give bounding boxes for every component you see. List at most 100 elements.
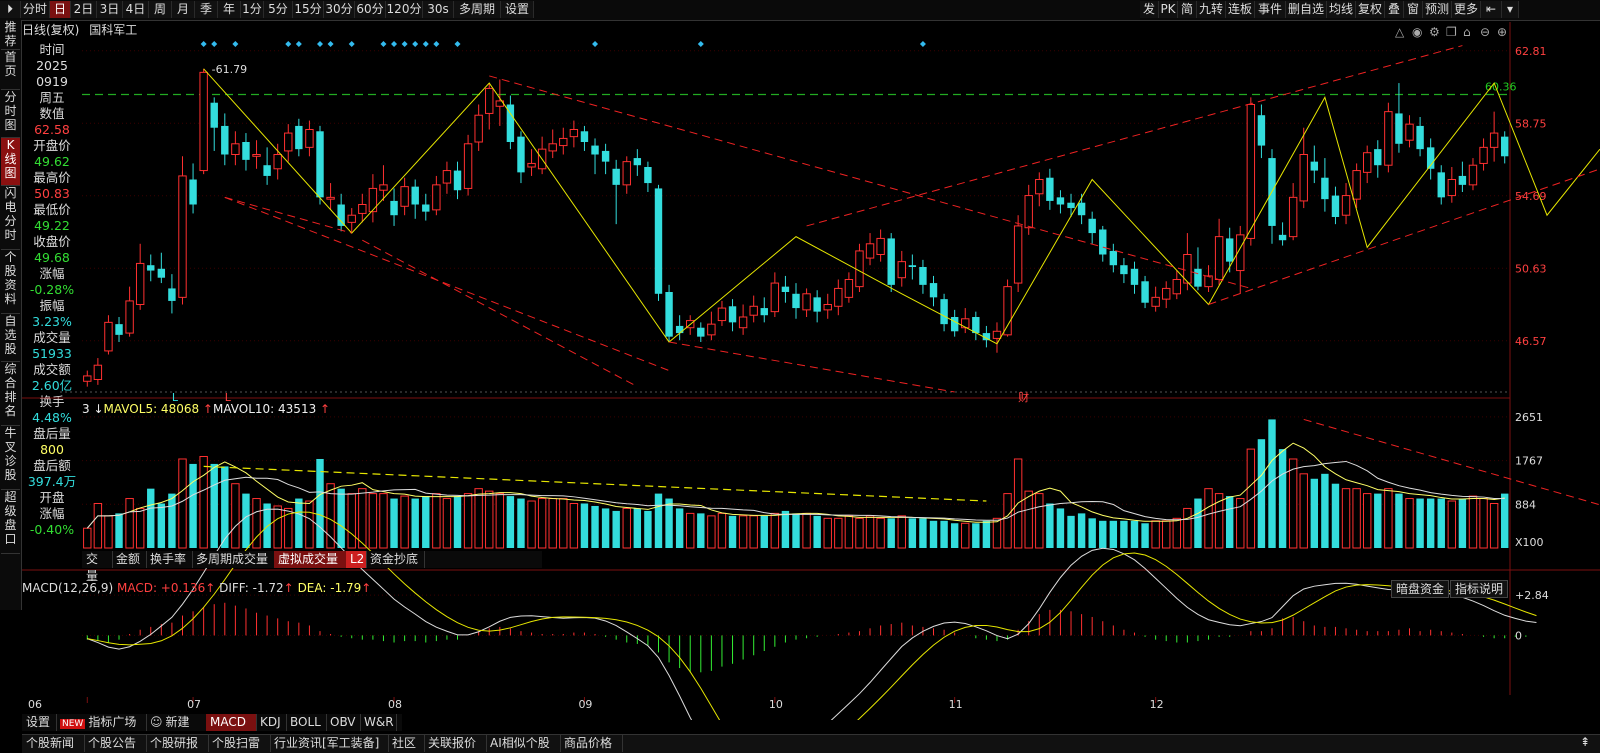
bottom-tab[interactable]: 关联报价 [424,735,487,752]
period-button[interactable]: 30s [423,1,454,18]
left-nav-item[interactable]: K线图 [1,138,20,186]
copy-icon[interactable]: ❐ [1446,25,1457,39]
indicator-tab[interactable]: KDJ [256,714,287,731]
event-marker-icon[interactable] [697,41,704,47]
toolbar-button[interactable]: 更多 [1452,1,1481,18]
period-button[interactable]: 60分 [355,1,386,18]
toolbar-button[interactable]: 简 [1178,1,1197,18]
event-marker-icon[interactable] [401,41,408,47]
indicator-help-button[interactable]: 指标说明 [1450,580,1509,598]
volume-tab[interactable]: 多周期成交量 [192,551,275,568]
back-arrow-icon[interactable]: ⇤ [1481,1,1502,18]
event-marker-icon[interactable] [211,41,218,47]
event-marker-icon[interactable] [422,41,429,47]
bottom-tab[interactable]: 商品价格 [560,735,623,752]
left-nav-item[interactable]: 分时图 [1,90,20,138]
event-marker-icon[interactable] [317,41,323,47]
pin-icon[interactable]: ⇞ [1575,735,1595,751]
bottom-tab[interactable]: 社区 [388,735,425,752]
toolbar-button[interactable]: PK [1159,1,1178,18]
volume-tab[interactable]: 虚拟成交量 [274,551,347,568]
period-button[interactable]: 3日 [97,1,123,18]
indicator-tab[interactable]: MACD [206,714,257,731]
event-marker-icon[interactable] [919,41,926,47]
volume-tab[interactable]: 换手率 [146,551,193,568]
event-marker-icon[interactable] [412,41,419,47]
indicator-tab[interactable]: OBV [326,714,361,731]
period-button[interactable]: 月 [172,1,195,18]
collapse-icon[interactable]: ⏵ [0,1,21,18]
event-marker-icon[interactable] [232,41,239,47]
indicator-tab[interactable]: NEW 指标广场 [56,714,147,731]
left-nav-item[interactable]: 牛叉诊股 [1,426,20,490]
left-nav-item[interactable]: 综合排名 [1,362,20,426]
volume-tab[interactable]: 金额 [112,551,147,568]
event-marker-icon[interactable] [348,41,355,47]
toolbar-button[interactable]: 窗 [1404,1,1423,18]
period-button[interactable]: 多周期 [454,1,501,18]
period-button[interactable]: 1分 [241,1,264,18]
event-marker-icon[interactable] [433,41,440,47]
event-marker-icon[interactable] [327,41,334,47]
indicator-tab[interactable]: 设置 [22,714,57,731]
settings-icon[interactable]: ⚙ [1429,25,1440,39]
toolbar-button[interactable]: 发 [1140,1,1159,18]
volume-tab[interactable]: 交量 [82,551,113,583]
toolbar-button[interactable]: 均线 [1327,1,1356,18]
minus-zoom-icon[interactable]: ⊖ [1480,25,1490,39]
bottom-tab[interactable]: 个股公告 [84,735,147,752]
volume-bar [1046,503,1054,548]
period-button[interactable]: 年 [218,1,241,18]
event-marker-icon[interactable] [200,41,207,47]
period-button[interactable]: 周 [149,1,172,18]
dark-pool-button[interactable]: 暗盘资金 [1391,580,1450,598]
period-button[interactable]: 分时 [21,1,50,18]
period-button[interactable]: 日 [50,1,71,18]
left-nav-item[interactable]: 个股资料 [1,250,20,314]
toolbar-button[interactable]: 事件 [1255,1,1286,18]
volume-bar [1035,493,1044,549]
event-marker-icon[interactable] [592,41,599,47]
period-button[interactable]: 5分 [264,1,293,18]
left-nav-item[interactable]: 推荐 [1,20,20,50]
event-marker-icon[interactable] [380,41,387,47]
bottom-tab[interactable]: AI相似个股 [486,735,561,752]
volume-tab[interactable]: 资金抄底 [366,551,425,568]
period-button[interactable]: 15分 [293,1,324,18]
toolbar-button[interactable]: 叠 [1385,1,1404,18]
toolbar-button[interactable]: 删自选 [1286,1,1327,18]
bottom-tab[interactable]: 个股新闻 [22,735,85,752]
indicator-tab[interactable]: W&R [360,714,397,731]
left-nav-item[interactable]: 自选股 [1,314,20,362]
period-button[interactable]: 季 [195,1,218,18]
volume-bar [887,518,895,548]
dropdown-icon[interactable]: ▾ [1502,1,1519,18]
period-button[interactable]: 2日 [71,1,97,18]
event-marker-icon[interactable] [285,41,292,47]
left-nav-item[interactable]: 超级盘口 [1,490,20,554]
toolbar-button[interactable]: 连板 [1226,1,1255,18]
eye-icon[interactable]: ◉ [1412,25,1422,39]
triangle-up-icon[interactable]: △ [1395,25,1405,39]
event-marker-icon[interactable] [391,41,398,47]
indicator-tab[interactable]: BOLL [286,714,327,731]
period-button[interactable]: 4日 [123,1,149,18]
indicator-tab[interactable]: ☺ 新建 [146,714,207,731]
toolbar-button[interactable]: 预测 [1423,1,1452,18]
toolbar-button[interactable]: 九转 [1197,1,1226,18]
toolbar-button[interactable]: 复权 [1356,1,1385,18]
period-button[interactable]: 120分 [386,1,423,18]
bottom-tab[interactable]: 个股扫雷 [208,735,271,752]
lock-icon[interactable]: ⌂ [1463,25,1471,39]
event-marker-icon[interactable] [295,41,302,47]
left-nav-item[interactable]: 闪电分时 [1,186,20,250]
chart-area[interactable]: 62.8158.7554.6950.6346.5760.36-61.79L L 财△… [22,20,1600,720]
period-button[interactable]: 设置 [501,1,534,18]
plus-zoom-icon[interactable]: ⊕ [1497,25,1507,39]
event-marker-icon[interactable] [454,41,461,47]
bottom-tab[interactable]: 行业资讯[军工装备] [270,735,389,752]
volume-tab[interactable]: L2 [346,551,367,568]
left-nav-item[interactable]: 首页 [1,50,20,90]
period-button[interactable]: 30分 [324,1,355,18]
bottom-tab[interactable]: 个股研报 [146,735,209,752]
